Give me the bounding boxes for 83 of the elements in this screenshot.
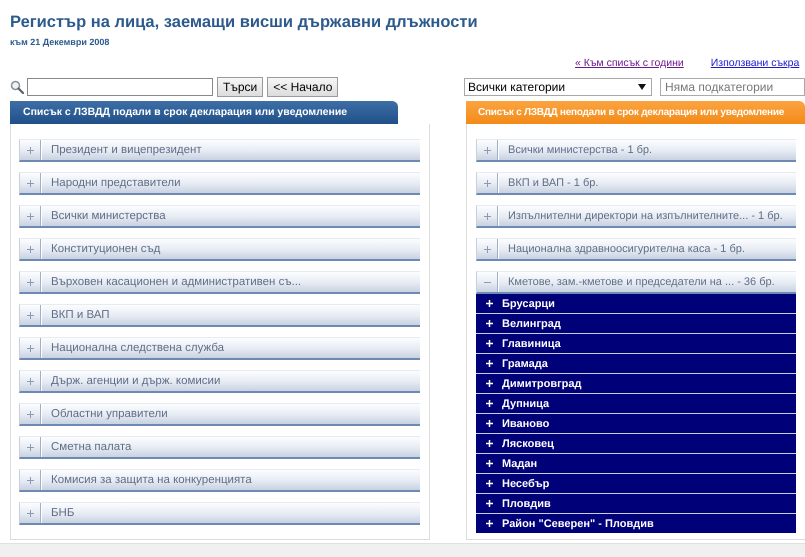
link[interactable]: Използвани съкра [710,57,800,71]
category-label: Президент и вицепрезидент [50,144,202,156]
subcategory-label: Пловдив [502,498,551,510]
category-item[interactable]: Национална здравноосигурителна каса - 1 бр. [476,238,796,261]
category-label: Сметна палата [50,441,132,453]
category-label: Кметове, зам.-кметове и председатели на ... - 36 бр. [507,276,775,288]
panel-header: Списък с ЛЗВДД неподали в срок декларация или уведомление [466,101,805,124]
subcategory-label: Главиница [502,338,561,350]
category-item[interactable]: Държ. агенции и държ. комисии [19,370,420,393]
plus-icon[interactable] [486,400,492,407]
category-label: Комисия за защита на конкуренцията [50,474,252,486]
subcategory-item[interactable]: Димитровград [476,373,796,393]
plus-icon[interactable] [486,500,492,507]
category-item[interactable]: Областни управители [19,403,420,426]
subcategory-label: Лясковец [502,438,554,450]
category-item[interactable]: Национална следствена служба [19,337,420,360]
category-item[interactable]: Сметна палата [19,436,420,459]
subcategory-item[interactable]: Дупница [476,393,796,413]
category-label: Народни представители [50,177,180,189]
subcategory-field[interactable]: Няма подкатегории [660,78,805,96]
subcategory-label: Димитровград [502,378,582,390]
plus-icon[interactable] [486,320,492,327]
category-item[interactable]: Президент и вицепрезидент [19,139,420,162]
category-label: Всички министерства [50,210,166,222]
subcategory-label: Мадан [502,458,538,470]
category-item[interactable]: Конституционен съд [19,238,420,261]
category-item[interactable]: Всички министерства [19,205,420,228]
plus-icon[interactable] [486,360,492,367]
category-item[interactable]: Върховен касационен и административен съ... [19,271,420,294]
plus-icon[interactable] [486,420,492,427]
subcategory-item[interactable]: Иваново [476,413,796,433]
subcategory-label: Грамада [502,358,548,370]
subcategory-label: Велинград [502,318,561,330]
plus-icon[interactable] [486,300,492,307]
category-item[interactable]: БНБ [19,502,420,525]
plus-icon[interactable] [486,380,492,387]
category-label: Конституционен съд [50,243,160,255]
category-item[interactable]: ВКП и ВАП [19,304,420,327]
subcategory-label: Район "Северен" - Пловдив [502,518,654,530]
page-title: Регистър на лица, заемащи висши държавни длъжности [10,12,479,32]
panel-header: Списък с ЛЗВДД подали в срок декларация или уведомление [10,101,398,124]
category-item[interactable]: Кметове, зам.-кметове и председатели на ... - 36 бр. [476,271,796,294]
category-label: ВКП и ВАП [50,309,110,321]
plus-icon[interactable] [486,480,492,487]
subcategory-item[interactable]: Мадан [476,453,796,473]
subcategory-item[interactable]: Грамада [476,353,796,373]
search-button[interactable]: Търси [217,77,264,97]
category-item[interactable]: Изпълнителни директори на изпълнителните... - 1 бр. [476,205,796,228]
category-label: Национална следствена служба [50,342,224,354]
category-label: ВКП и ВАП - 1 бр. [507,177,598,189]
category-item[interactable]: Комисия за защита на конкуренцията [19,469,420,492]
subcategory-item[interactable]: Лясковец [476,433,796,453]
category-label: Национална здравноосигурителна каса - 1 бр. [507,243,745,255]
category-label: Държ. агенции и държ. комисии [50,375,220,387]
plus-icon[interactable] [486,460,492,467]
link[interactable]: « Към списък с години [575,57,684,71]
category-item[interactable]: Всички министерства - 1 бр. [476,139,796,162]
subcategory-item[interactable]: Несебър [476,473,796,493]
plus-icon[interactable] [486,440,492,447]
subcategory-item[interactable]: Брусарци [476,294,796,313]
subcategory-label: Дупница [502,398,550,410]
search-icon [10,80,24,94]
plus-icon[interactable] [486,340,492,347]
search-field[interactable] [27,78,213,96]
category-label: Всички министерства - 1 бр. [507,144,652,156]
category-label: Областни управители [50,408,168,420]
plus-icon[interactable] [486,520,492,527]
subcategory-label: Несебър [502,478,550,490]
subcategory-item[interactable]: Велинград [476,313,796,333]
category-label: Изпълнителни директори на изпълнителните... - 1 бр. [507,210,783,222]
subcategory-label: Иваново [502,418,550,430]
page-date: към 21 Декември 2008 [10,37,110,48]
subcategory-item[interactable]: Район "Северен" - Пловдив [476,513,796,533]
subcategory-label: Брусарци [502,298,555,310]
search-button[interactable]: << Начало [267,77,338,97]
category-label: Върховен касационен и административен съ... [50,276,302,288]
category-label: БНБ [50,507,74,519]
caret-icon [638,84,646,90]
subcategory-item[interactable]: Главиница [476,333,796,353]
category-select[interactable]: Всички категории [464,78,652,96]
subcategory-item[interactable]: Пловдив [476,493,796,513]
category-item[interactable]: ВКП и ВАП - 1 бр. [476,172,796,195]
category-item[interactable]: Народни представители [19,172,420,195]
